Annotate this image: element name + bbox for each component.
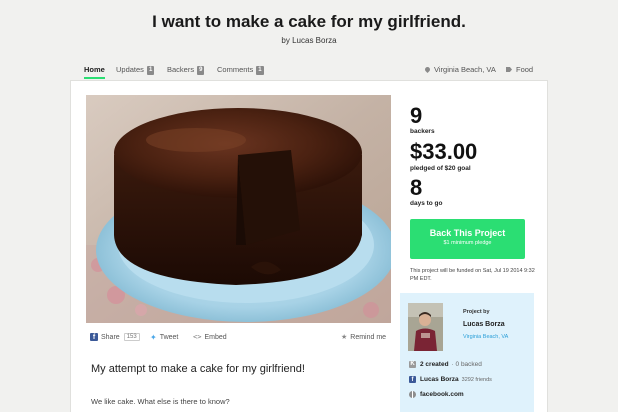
category-link[interactable]: Food xyxy=(506,65,533,74)
tag-icon xyxy=(506,67,512,72)
project-card: f Share 153 ✦ Tweet <> Embed ★ Remind me My a… xyxy=(70,80,548,412)
tweet-label: Tweet xyxy=(159,334,179,341)
active-tab-indicator xyxy=(84,77,105,79)
code-icon: <> xyxy=(193,333,202,341)
backers-count-badge: 9 xyxy=(197,66,205,75)
updates-count-badge: 1 xyxy=(146,66,155,75)
project-by-label: Project by xyxy=(463,309,490,315)
creator-history: K 2 created · 0 backed xyxy=(409,361,482,368)
tab-home[interactable]: Home xyxy=(84,65,105,74)
creator-location-link[interactable]: Virginia Beach, VA xyxy=(463,334,508,340)
star-icon: ★ xyxy=(341,334,348,341)
tab-comments[interactable]: Comments 1 xyxy=(217,65,264,75)
globe-icon xyxy=(409,391,416,398)
creator-facebook[interactable]: f Lucas Borza 3292 friends xyxy=(409,376,492,383)
facebook-share-button[interactable]: f Share 153 xyxy=(90,333,140,341)
creator-name[interactable]: Lucas Borza xyxy=(463,321,505,328)
project-byline[interactable]: by Lucas Borza xyxy=(0,36,618,45)
cake-photo xyxy=(86,95,391,323)
facebook-share-count: 153 xyxy=(123,333,140,341)
remind-me-label: Remind me xyxy=(350,333,387,341)
embed-label: Embed xyxy=(204,333,227,341)
minimum-pledge-label: $1 minimum pledge xyxy=(443,240,492,246)
backers-label: backers xyxy=(410,128,435,135)
days-to-go-label: days to go xyxy=(410,200,443,207)
category-label: Food xyxy=(516,65,534,74)
avatar[interactable] xyxy=(408,303,443,351)
facebook-share-label: Share xyxy=(101,333,120,341)
facebook-icon: f xyxy=(409,376,416,383)
creator-website[interactable]: facebook.com xyxy=(409,391,464,398)
back-this-project-button[interactable]: Back This Project $1 minimum pledge xyxy=(410,219,525,259)
pledged-label: pledged of $20 goal xyxy=(410,165,471,172)
tab-updates[interactable]: Updates 1 xyxy=(116,65,155,75)
back-button-label: Back This Project xyxy=(429,228,506,238)
comments-count-badge: 1 xyxy=(256,66,264,75)
backers-count: 9 xyxy=(410,103,423,128)
description-body: We like cake. What else is there to know… xyxy=(91,397,230,406)
tab-backers-label: Backers xyxy=(167,65,195,74)
tab-updates-label: Updates xyxy=(116,65,144,74)
facebook-friends: 3292 friends xyxy=(461,376,492,383)
funding-deadline-note: This project will be funded on Sat, Jul … xyxy=(410,268,535,282)
project-nav: Home Updates 1 Backers 9 Comments 1 Virgini… xyxy=(70,60,548,80)
backed-count: · 0 backed xyxy=(451,361,482,368)
pledged-amount: $33.00 xyxy=(410,139,478,164)
location-link[interactable]: Virginia Beach, VA xyxy=(423,65,496,74)
remind-me-button[interactable]: ★ Remind me xyxy=(341,333,387,342)
website-link: facebook.com xyxy=(420,391,464,398)
facebook-name: Lucas Borza xyxy=(420,376,459,383)
creator-photo xyxy=(408,303,443,351)
map-pin-icon xyxy=(423,65,432,74)
created-count[interactable]: 2 created xyxy=(420,361,449,368)
tab-comments-label: Comments xyxy=(217,65,254,74)
creator-panel: Project by Lucas Borza Virginia Beach, V… xyxy=(400,293,534,412)
share-bar: f Share 153 ✦ Tweet <> Embed ★ Remind me xyxy=(90,333,387,347)
embed-button[interactable]: <> Embed xyxy=(193,333,227,341)
description-heading: My attempt to make a cake for my girlfri… xyxy=(91,363,305,375)
days-to-go-count: 8 xyxy=(410,175,423,200)
tab-backers[interactable]: Backers 9 xyxy=(167,65,205,75)
kickstarter-icon: K xyxy=(409,361,416,368)
project-title: I want to make a cake for my girlfriend. xyxy=(152,12,466,31)
facebook-icon: f xyxy=(90,333,98,341)
location-label: Virginia Beach, VA xyxy=(434,65,496,74)
twitter-icon: ✦ xyxy=(150,333,157,342)
tweet-button[interactable]: ✦ Tweet xyxy=(150,333,178,342)
project-video[interactable] xyxy=(86,95,391,323)
